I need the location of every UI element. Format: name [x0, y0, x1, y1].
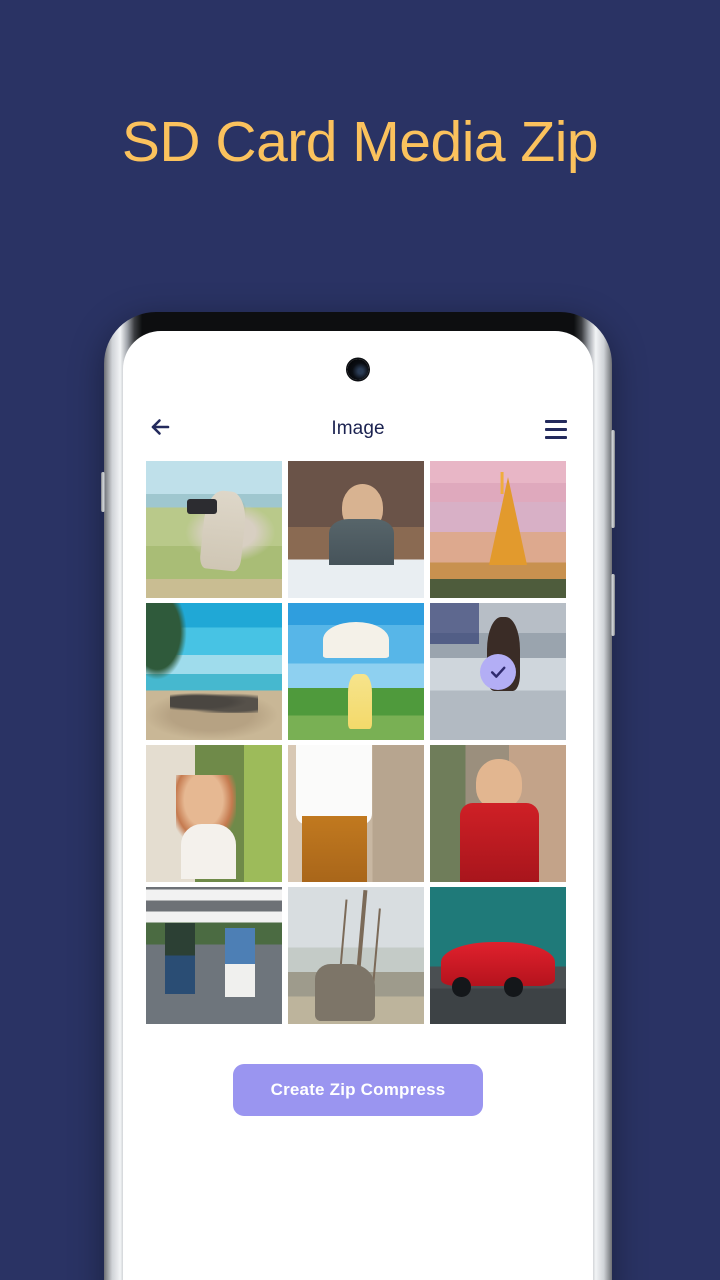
- page-title: Image: [331, 418, 385, 439]
- photo-tile[interactable]: [430, 603, 566, 740]
- photo-tile[interactable]: [146, 603, 282, 740]
- photo-tile[interactable]: [430, 461, 566, 598]
- photo-tile[interactable]: [288, 887, 424, 1024]
- photo-tile[interactable]: [288, 745, 424, 882]
- photo-thumbnail: [146, 603, 282, 740]
- mute-switch[interactable]: [101, 472, 105, 512]
- app-bar: Image: [123, 401, 593, 457]
- power-button[interactable]: [611, 574, 615, 636]
- photo-tile[interactable]: [146, 887, 282, 1024]
- photo-tile[interactable]: [288, 603, 424, 740]
- phone-mockup: Image Create Zip Compress: [101, 312, 615, 1280]
- cta-container: Create Zip Compress: [123, 1064, 593, 1116]
- photo-grid: [146, 461, 570, 1024]
- photo-tile[interactable]: [430, 745, 566, 882]
- photo-tile[interactable]: [146, 461, 282, 598]
- photo-thumbnail: [146, 887, 282, 1024]
- back-button[interactable]: [143, 412, 177, 446]
- photo-thumbnail: [288, 887, 424, 1024]
- photo-thumbnail: [430, 745, 566, 882]
- hamburger-menu-icon: [545, 419, 567, 439]
- promo-title: SD Card Media Zip: [121, 110, 599, 174]
- create-zip-compress-button[interactable]: Create Zip Compress: [233, 1064, 483, 1116]
- photo-thumbnail: [430, 461, 566, 598]
- photo-thumbnail: [146, 461, 282, 598]
- menu-button[interactable]: [539, 412, 573, 446]
- front-camera-punch-hole-icon: [347, 359, 369, 380]
- check-circle-icon: [480, 653, 516, 690]
- photo-thumbnail: [430, 887, 566, 1024]
- photo-tile[interactable]: [146, 745, 282, 882]
- arrow-left-icon: [148, 415, 172, 444]
- photo-thumbnail: [288, 461, 424, 598]
- photo-thumbnail: [288, 603, 424, 740]
- photo-thumbnail: [288, 745, 424, 882]
- photo-thumbnail: [146, 745, 282, 882]
- volume-rocker[interactable]: [611, 430, 615, 528]
- photo-tile[interactable]: [430, 887, 566, 1024]
- photo-tile[interactable]: [288, 461, 424, 598]
- phone-screen: Image Create Zip Compress: [123, 331, 593, 1280]
